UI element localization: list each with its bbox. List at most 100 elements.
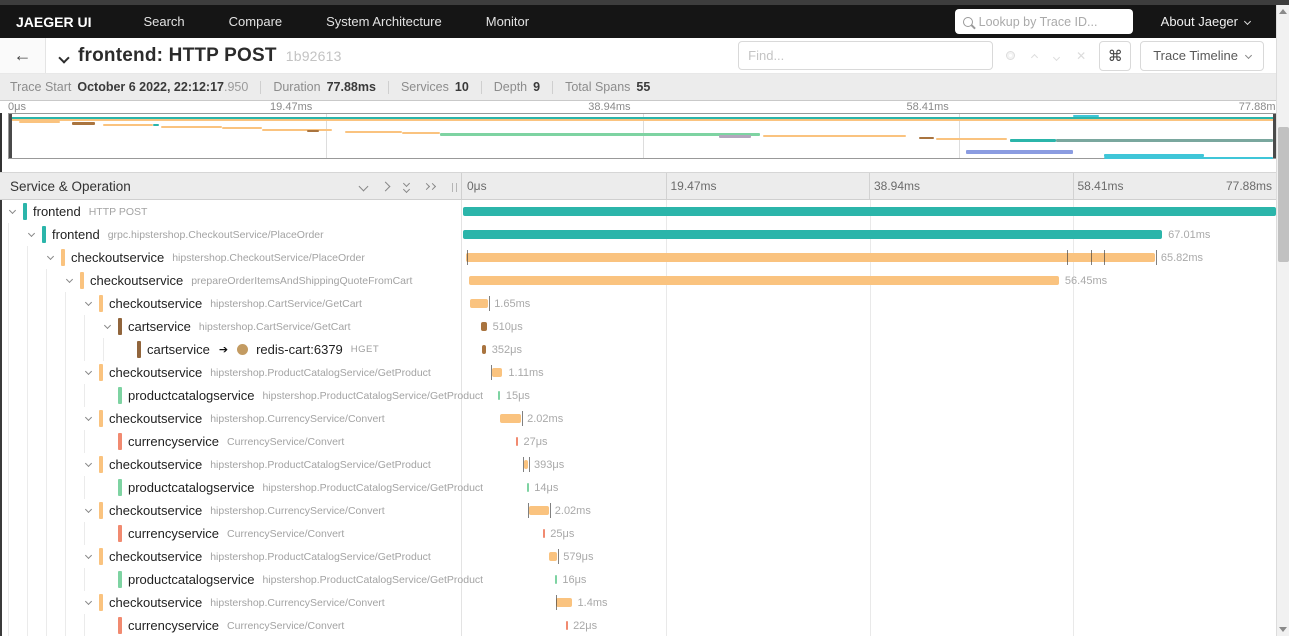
service-name: checkoutservice xyxy=(109,595,203,610)
span-bar[interactable] xyxy=(565,621,568,630)
span-tree-row[interactable]: checkoutservice hipstershop.CheckoutServi… xyxy=(2,246,461,269)
brand-logo[interactable]: JAEGER UI xyxy=(16,14,91,30)
span-bar[interactable] xyxy=(526,483,529,492)
match-target-icon[interactable] xyxy=(1006,51,1016,60)
span-tree-row[interactable]: productcatalogservice hipstershop.Product… xyxy=(2,568,483,591)
scrollbar-thumb[interactable] xyxy=(1278,127,1289,262)
span-bar[interactable] xyxy=(498,391,501,400)
span-tree-row[interactable]: productcatalogservice hipstershop.Product… xyxy=(2,384,483,407)
collapse-all-icon[interactable] xyxy=(402,179,411,193)
span-timeline-row[interactable]: 2.02ms xyxy=(463,499,1276,522)
span-expand-chevron-icon[interactable] xyxy=(84,551,93,560)
keyboard-shortcuts-button[interactable]: ⌘ xyxy=(1099,40,1132,71)
trace-collapse-chevron-icon[interactable] xyxy=(58,51,70,64)
span-tree-row[interactable]: checkoutservice hipstershop.ProductCatalo… xyxy=(2,545,461,568)
span-timeline-row[interactable]: 1.11ms xyxy=(463,361,1276,384)
back-button[interactable]: ← xyxy=(0,38,46,73)
span-timeline-row[interactable]: 352μs xyxy=(463,338,1276,361)
minimap-span-segment xyxy=(1009,139,1056,142)
span-timeline-row[interactable]: 2.02ms xyxy=(463,407,1276,430)
span-tree-row[interactable]: currencyservice CurrencyService/Convert xyxy=(2,522,461,545)
span-tree-row[interactable]: frontend grpc.hipstershop.CheckoutService… xyxy=(2,223,461,246)
about-jaeger-menu[interactable]: About Jaeger xyxy=(1161,14,1252,29)
span-timeline-row[interactable] xyxy=(463,200,1276,223)
span-tree-row[interactable]: checkoutservice hipstershop.CartService/G… xyxy=(2,292,461,315)
scroll-up-arrow[interactable] xyxy=(1277,5,1289,18)
trace-minimap[interactable] xyxy=(8,113,1277,159)
span-tree-row[interactable]: cartservice ➔ redis-cart:6379 HGET xyxy=(2,338,461,361)
span-bar[interactable] xyxy=(554,575,557,584)
span-tree-row[interactable]: productcatalogservice hipstershop.Product… xyxy=(2,476,483,499)
span-timeline-row[interactable]: 510μs xyxy=(463,315,1276,338)
find-input[interactable] xyxy=(738,41,994,70)
span-expand-chevron-icon[interactable] xyxy=(84,367,93,376)
span-bar[interactable] xyxy=(480,322,487,331)
span-expand-chevron-icon[interactable] xyxy=(46,252,55,261)
collapse-one-icon[interactable] xyxy=(358,181,369,191)
trace-lookup-input[interactable] xyxy=(978,14,1125,29)
span-bar[interactable] xyxy=(523,460,529,469)
nav-item-search[interactable]: Search xyxy=(121,5,206,38)
span-bar[interactable] xyxy=(549,552,558,561)
next-match-icon[interactable] xyxy=(1053,53,1061,62)
span-expand-chevron-icon[interactable] xyxy=(27,229,36,238)
span-bar[interactable] xyxy=(528,506,549,515)
span-bar[interactable] xyxy=(470,299,489,308)
minimap-range-handle-right[interactable] xyxy=(1273,114,1276,158)
span-tree-row[interactable]: checkoutservice hipstershop.CurrencyServi… xyxy=(2,407,461,430)
span-expand-chevron-icon[interactable] xyxy=(8,206,17,215)
span-expand-chevron-icon[interactable] xyxy=(84,459,93,468)
span-timeline-row[interactable]: 1.65ms xyxy=(463,292,1276,315)
span-timeline-row[interactable]: 56.45ms xyxy=(463,269,1276,292)
span-bar[interactable] xyxy=(468,276,1059,285)
minimap-range-handle-left[interactable] xyxy=(9,114,12,158)
span-bar[interactable] xyxy=(481,345,486,354)
expand-one-icon[interactable] xyxy=(380,181,391,191)
span-bar[interactable] xyxy=(499,414,522,423)
span-tree-row[interactable]: cartservice hipstershop.CartService/GetCa… xyxy=(2,315,461,338)
span-bar[interactable] xyxy=(463,230,1163,239)
span-timeline-row[interactable]: 25μs xyxy=(463,522,1276,545)
span-timeline-row[interactable]: 579μs xyxy=(463,545,1276,568)
span-expand-chevron-icon[interactable] xyxy=(84,298,93,307)
expand-all-icon[interactable] xyxy=(422,182,437,190)
span-timeline-row[interactable]: 22μs xyxy=(463,614,1276,636)
column-resize-grip[interactable] xyxy=(452,183,457,192)
span-expand-chevron-icon[interactable] xyxy=(65,275,74,284)
nav-item-system-architecture[interactable]: System Architecture xyxy=(304,5,464,38)
span-bar[interactable] xyxy=(491,368,503,377)
span-tree-row[interactable]: currencyservice CurrencyService/Convert xyxy=(2,614,461,636)
span-expand-chevron-icon[interactable] xyxy=(84,413,93,422)
tree-indent-guide xyxy=(84,430,85,453)
span-timeline-row[interactable]: 67.01ms xyxy=(463,223,1276,246)
span-bar[interactable] xyxy=(516,437,519,446)
span-expand-chevron-icon[interactable] xyxy=(84,597,93,606)
span-tree-row[interactable]: checkoutservice prepareOrderItemsAndShipp… xyxy=(2,269,461,292)
span-bar[interactable] xyxy=(463,207,1276,216)
span-timeline-row[interactable]: 1.4ms xyxy=(463,591,1276,614)
span-bar[interactable] xyxy=(556,598,572,607)
span-timeline-row[interactable]: 14μs xyxy=(463,476,1276,499)
span-timeline-row[interactable]: 15μs xyxy=(463,384,1276,407)
span-bar[interactable] xyxy=(543,529,546,538)
span-expand-chevron-icon[interactable] xyxy=(103,321,112,330)
clear-search-icon[interactable]: ✕ xyxy=(1076,49,1086,63)
nav-item-monitor[interactable]: Monitor xyxy=(464,5,551,38)
span-timeline-row[interactable]: 65.82ms xyxy=(463,246,1276,269)
span-tree-row[interactable]: currencyservice CurrencyService/Convert xyxy=(2,430,461,453)
span-tree-row[interactable]: checkoutservice hipstershop.CurrencyServi… xyxy=(2,591,461,614)
trace-view-selector[interactable]: Trace Timeline xyxy=(1140,40,1264,71)
span-expand-chevron-icon[interactable] xyxy=(84,505,93,514)
prev-match-icon[interactable] xyxy=(1031,53,1039,62)
span-bar[interactable] xyxy=(466,253,1155,262)
span-timeline-row[interactable]: 27μs xyxy=(463,430,1276,453)
span-timeline-row[interactable]: 16μs xyxy=(463,568,1276,591)
span-tree-row[interactable]: checkoutservice hipstershop.ProductCatalo… xyxy=(2,453,461,476)
span-tree-row[interactable]: checkoutservice hipstershop.CurrencyServi… xyxy=(2,499,461,522)
span-tree-row[interactable]: checkoutservice hipstershop.ProductCatalo… xyxy=(2,361,461,384)
nav-item-compare[interactable]: Compare xyxy=(207,5,304,38)
span-timeline-row[interactable]: 393μs xyxy=(463,453,1276,476)
scroll-down-arrow[interactable] xyxy=(1277,623,1289,636)
span-tree-row[interactable]: frontend HTTP POST xyxy=(2,200,461,223)
vertical-scrollbar[interactable] xyxy=(1276,5,1289,636)
